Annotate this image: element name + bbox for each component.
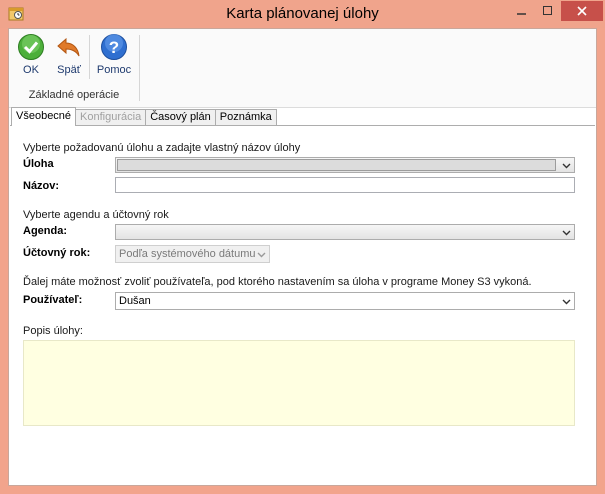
toolbar-ribbon: OK Späť ? Pomoc Základné operácie	[9, 29, 596, 108]
name-input[interactable]	[115, 177, 575, 193]
agenda-select[interactable]	[115, 224, 575, 240]
help-button[interactable]: ? Pomoc	[93, 33, 135, 76]
chevron-down-icon	[562, 230, 571, 236]
accounting-year-label: Účtovný rok:	[23, 247, 91, 259]
description-label: Popis úlohy:	[23, 325, 83, 337]
accounting-year-select: Podľa systémového dátumu	[115, 245, 270, 263]
undo-arrow-icon	[57, 37, 80, 57]
close-button[interactable]	[561, 1, 603, 21]
help-label: Pomoc	[96, 64, 132, 76]
agenda-section-text: Vyberte agendu a účtovný rok	[23, 209, 169, 221]
ok-button[interactable]: OK	[13, 33, 49, 76]
check-circle-icon	[18, 34, 44, 60]
toolbar-separator	[89, 35, 90, 79]
agenda-label: Agenda:	[23, 225, 67, 237]
back-button[interactable]: Späť	[51, 33, 87, 76]
task-label: Úloha	[23, 158, 54, 170]
chevron-down-icon	[257, 252, 266, 258]
user-label: Používateľ:	[23, 294, 83, 306]
task-select[interactable]	[115, 157, 575, 173]
question-circle-icon: ?	[101, 34, 127, 60]
tab-general[interactable]: Všeobecné	[11, 107, 77, 126]
chevron-down-icon	[562, 299, 571, 305]
minimize-button[interactable]	[509, 1, 535, 21]
tab-note[interactable]: Poznámka	[214, 109, 277, 126]
dialog-client: OK Späť ? Pomoc Základné operácie Všeobe…	[8, 28, 597, 486]
user-select[interactable]: Dušan	[115, 292, 575, 310]
name-label: Názov:	[23, 180, 60, 192]
minimize-icon	[517, 13, 526, 15]
toolbar-group-label: Základné operácie	[28, 89, 120, 101]
chevron-down-icon	[562, 163, 571, 169]
user-section-text: Ďalej máte možnosť zvoliť používateľa, p…	[23, 276, 532, 288]
description-textarea[interactable]	[23, 340, 575, 426]
svg-text:?: ?	[109, 38, 119, 57]
maximize-icon	[543, 6, 552, 15]
task-section-text: Vyberte požadovanú úlohu a zadajte vlast…	[23, 142, 301, 154]
maximize-button[interactable]	[535, 1, 561, 21]
close-icon	[577, 6, 587, 16]
back-label: Späť	[57, 64, 81, 76]
task-select-value-box	[117, 159, 556, 171]
general-tab-panel: Vyberte požadovanú úlohu a zadajte vlast…	[10, 125, 595, 485]
tab-strip: Všeobecné Konfigurácia Časový plán Pozná…	[11, 107, 277, 126]
tab-schedule[interactable]: Časový plán	[145, 109, 216, 126]
title-bar[interactable]: Karta plánovanej úlohy	[0, 0, 605, 28]
application-window: Karta plánovanej úlohy OK Späť ? Pomoc Z…	[0, 0, 605, 494]
user-select-value: Dušan	[119, 295, 151, 307]
accounting-year-value: Podľa systémového dátumu	[119, 248, 256, 260]
tab-configuration: Konfigurácia	[75, 109, 147, 126]
group-separator	[139, 35, 140, 101]
ok-label: OK	[23, 64, 39, 76]
